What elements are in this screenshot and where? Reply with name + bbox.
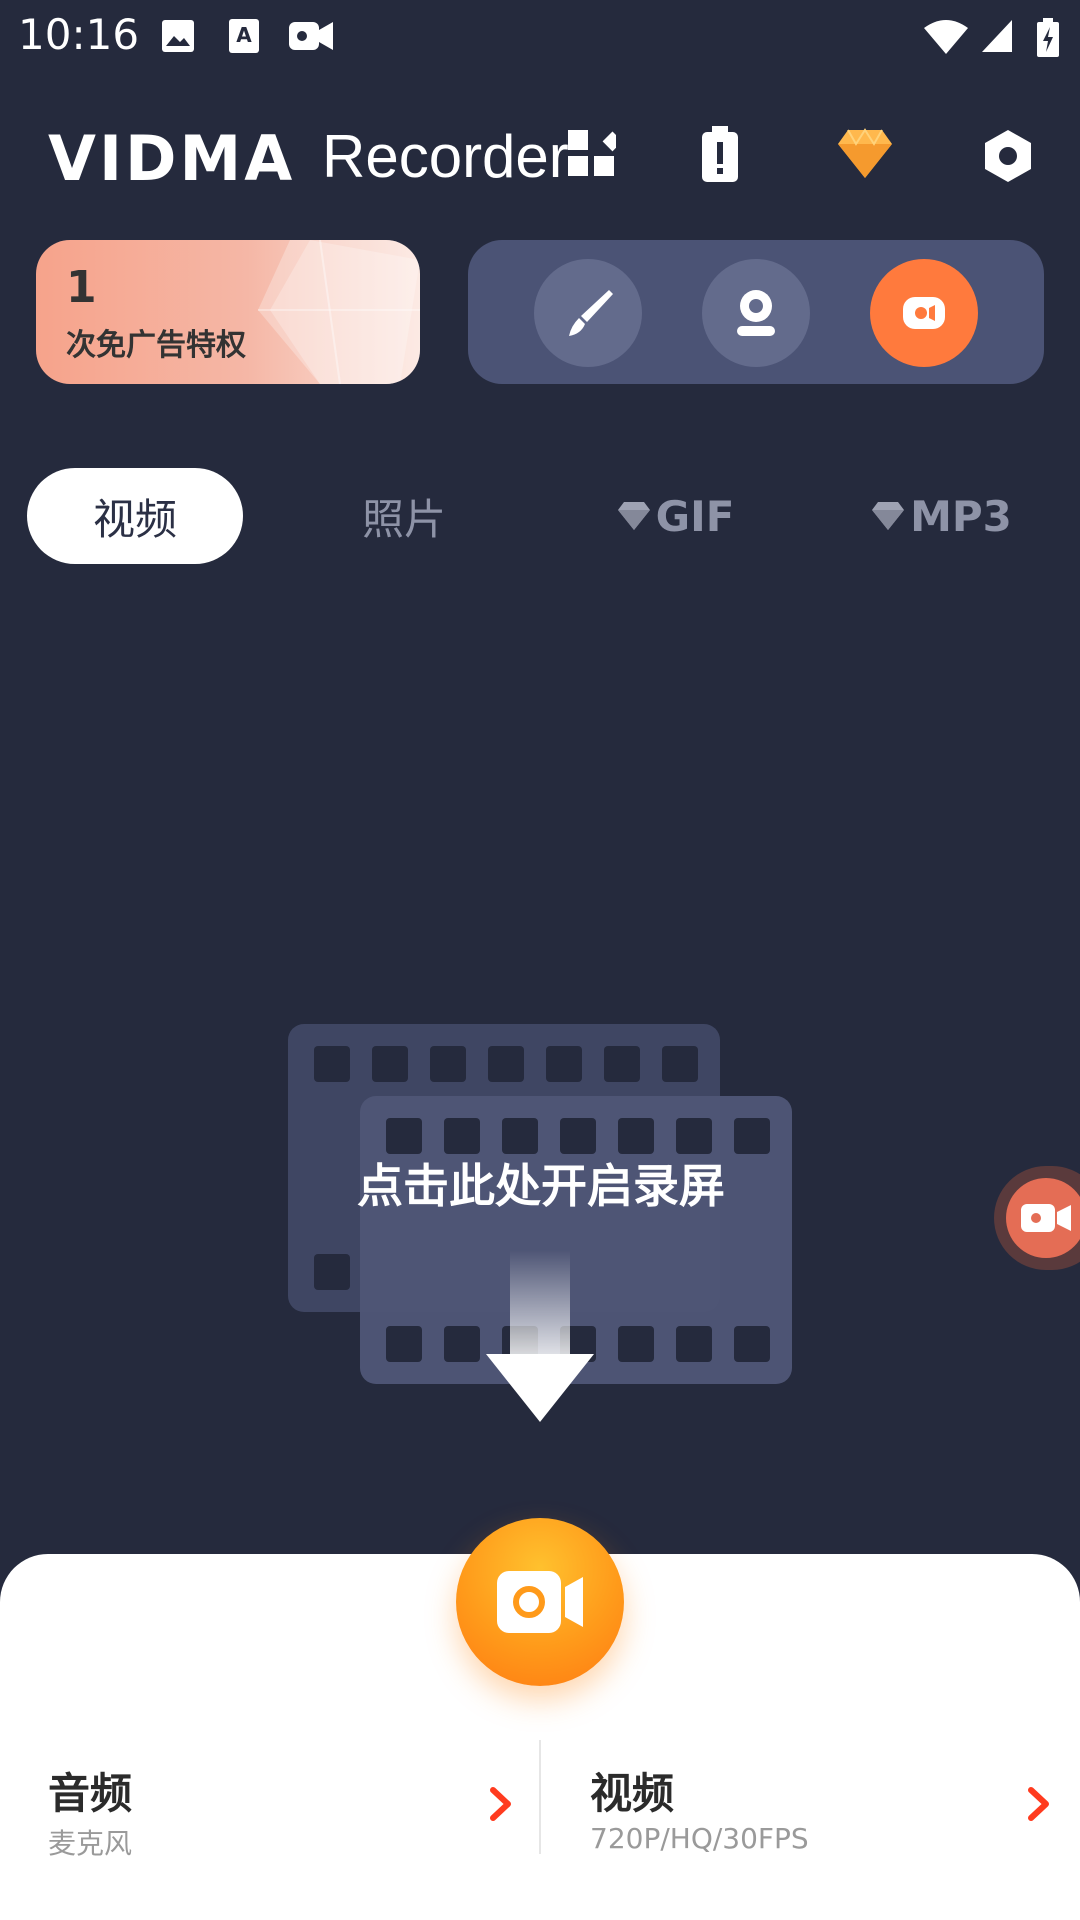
facecam-icon	[737, 290, 775, 336]
audio-setting-subtitle: 麦克风	[48, 1827, 133, 1860]
film-strip-illustration[interactable]	[286, 1024, 796, 1426]
status-bar: 10:16 A	[0, 0, 1080, 80]
floating-record-bubble[interactable]	[994, 1166, 1080, 1270]
premium-diamond-icon	[617, 502, 650, 530]
record-button[interactable]	[456, 1518, 624, 1686]
wifi-icon	[924, 20, 968, 54]
app-logo: VIDMA	[48, 122, 296, 195]
tab-mp3-label: MP3	[910, 491, 1012, 541]
tab-photo[interactable]: 照片	[300, 468, 508, 564]
diamond-icon[interactable]	[836, 128, 894, 180]
floating-record-tool-button[interactable]	[870, 259, 978, 367]
sheet-divider	[539, 1740, 541, 1854]
chevron-right-icon	[490, 1787, 511, 1821]
battery-icon	[1037, 18, 1059, 57]
cell-signal-icon	[982, 20, 1012, 52]
ad-free-promo-card[interactable]: 1 次免广告特权	[36, 240, 420, 384]
image-icon	[162, 20, 194, 52]
floating-bubble-inner	[1006, 1178, 1080, 1258]
battery-alert-icon[interactable]	[700, 126, 740, 184]
chevron-right-icon	[1028, 1787, 1049, 1821]
tab-video[interactable]: 视频	[27, 468, 243, 564]
tab-gif[interactable]: GIF	[580, 468, 770, 564]
tab-mp3[interactable]: MP3	[836, 468, 1046, 564]
facecam-tool-button[interactable]	[702, 259, 810, 367]
apps-icon[interactable]	[566, 128, 616, 178]
tab-gif-label: GIF	[655, 491, 735, 541]
start-recording-hint[interactable]: 点击此处开启录屏	[286, 1150, 796, 1216]
tools-panel	[468, 240, 1044, 384]
video-camera-icon	[497, 1571, 583, 1633]
record-dot-icon	[903, 297, 945, 329]
tab-photo-label: 照片	[361, 494, 446, 544]
video-setting-subtitle: 720P/HQ/30FPS	[590, 1822, 809, 1855]
premium-diamond-icon	[872, 502, 905, 530]
video-camera-icon	[289, 22, 333, 50]
video-setting-title: 视频	[590, 1769, 675, 1818]
status-time: 10:16	[18, 10, 140, 59]
tab-video-label: 视频	[92, 494, 177, 544]
text-a-icon: A	[229, 19, 259, 53]
svg-text:A: A	[236, 23, 252, 47]
video-camera-icon	[1021, 1204, 1071, 1232]
promo-text: 次免广告特权	[66, 328, 246, 363]
promo-count: 1	[66, 262, 97, 313]
media-tabs: 视频 照片 GIF MP3	[0, 468, 1080, 564]
brush-tool-button[interactable]	[534, 259, 642, 367]
gem-decoration-icon	[258, 240, 420, 384]
audio-setting[interactable]: 音频 麦克风	[48, 1760, 518, 1870]
audio-setting-title: 音频	[48, 1769, 133, 1818]
brush-icon	[569, 290, 613, 336]
video-setting[interactable]: 视频 720P/HQ/30FPS	[590, 1760, 1060, 1870]
settings-hex-icon[interactable]	[982, 128, 1034, 184]
app-logo-subtext: Recorder	[322, 123, 569, 190]
